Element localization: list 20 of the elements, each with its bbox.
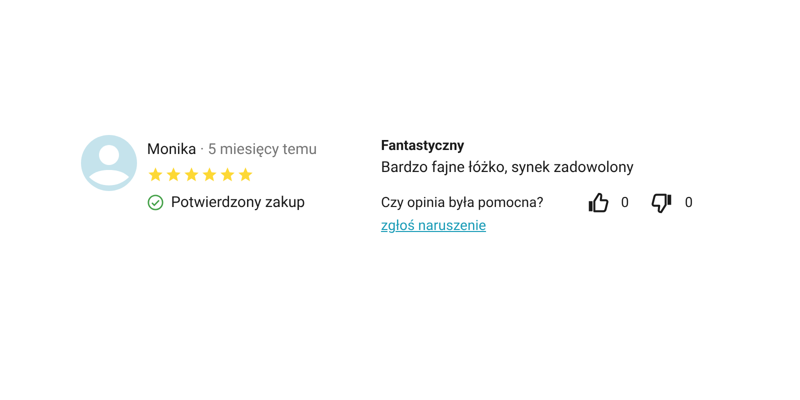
author-line: Monika · 5 miesięcy temu <box>147 140 317 158</box>
check-circle-icon <box>147 194 164 210</box>
star-icon <box>147 166 164 183</box>
star-icon <box>237 166 254 183</box>
thumbs-down-button[interactable] <box>650 192 673 214</box>
star-icon <box>201 166 218 183</box>
star-icon <box>183 166 200 183</box>
star-icon <box>165 166 182 183</box>
report-link[interactable]: zgłoś naruszenie <box>381 218 715 234</box>
thumbs-up-button[interactable] <box>587 192 609 214</box>
dislike-count: 0 <box>684 195 693 211</box>
like-count: 0 <box>621 195 629 211</box>
review-title: Fantastyczny <box>381 138 466 154</box>
thumbs-down-icon <box>650 192 673 214</box>
review-text: Bardzo fajne łóżko, synek zadowolony <box>381 158 635 176</box>
verified-purchase-label: Potwierdzony zakup <box>171 193 305 211</box>
avatar-icon <box>81 135 137 191</box>
star-icon <box>219 166 236 183</box>
thumbs-up-icon <box>587 192 609 214</box>
helpful-question: Czy opinia była pomocna? <box>381 195 544 211</box>
